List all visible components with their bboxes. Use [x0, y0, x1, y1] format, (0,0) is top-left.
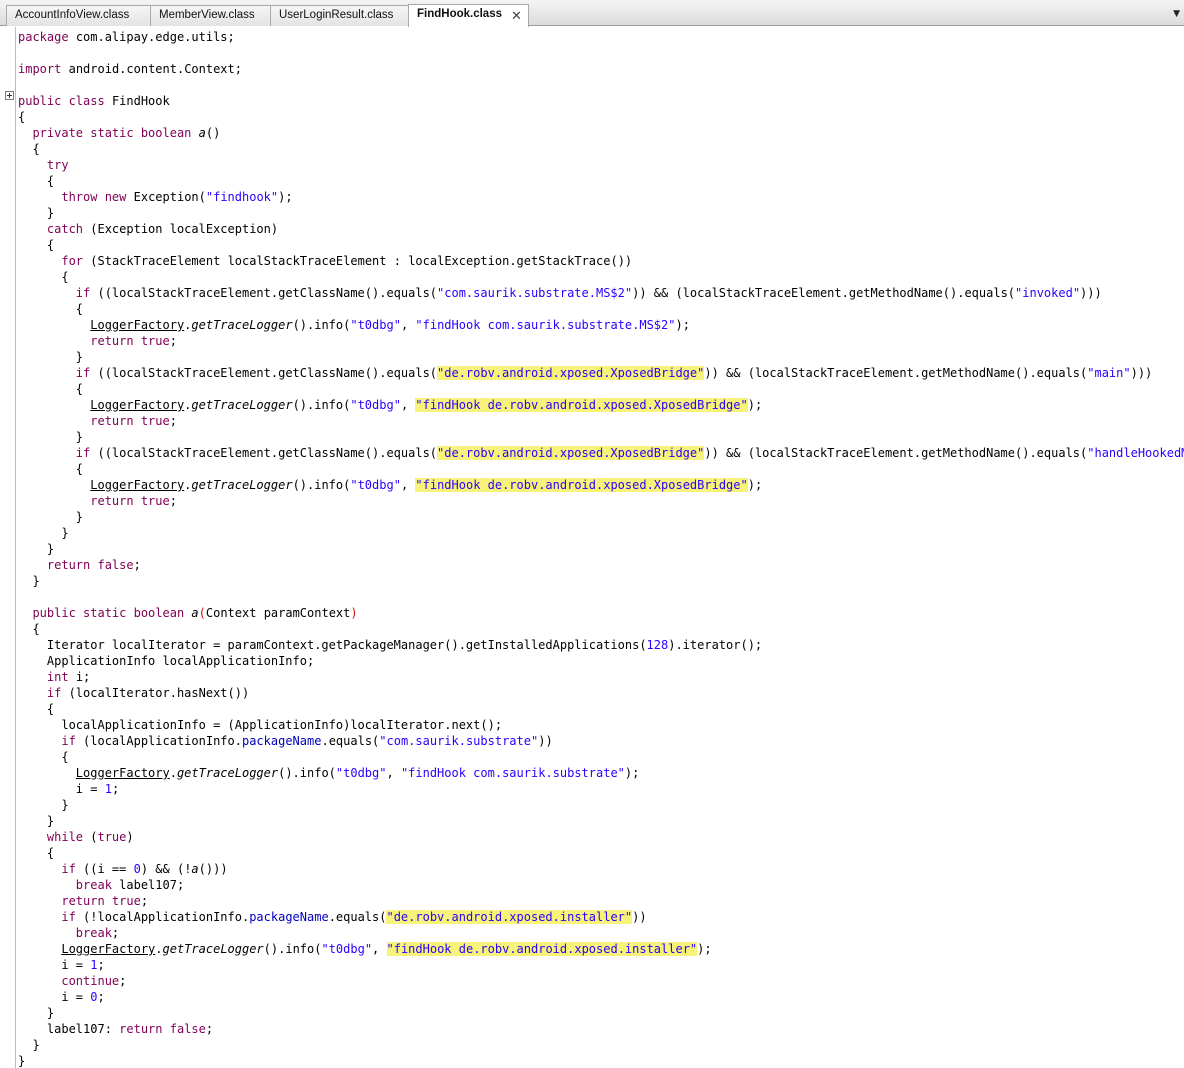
editor-gutter [0, 27, 16, 1068]
code-line: int i; [46, 670, 91, 684]
code-line: for (StackTraceElement localStackTraceEl… [61, 254, 633, 268]
code-line: Iterator localIterator = paramContext.ge… [18, 638, 763, 652]
code-line: break; [75, 926, 120, 940]
code-line: } [18, 1038, 40, 1052]
code-line: i = 1; [18, 782, 120, 796]
code-line: { [18, 302, 84, 316]
code-line: return true; [90, 334, 177, 348]
code-line: import android.content.Context; [18, 62, 242, 76]
code-editor[interactable]: package com.alipay.edge.utils; import an… [18, 0, 1184, 1068]
code-line: } [18, 574, 40, 588]
code-line: { [18, 110, 26, 124]
code-line: while (true) [46, 830, 134, 844]
code-line: public class FindHook [18, 94, 170, 108]
code-line: i = 0; [18, 990, 105, 1004]
code-line: if ((localStackTraceElement.getClassName… [75, 446, 1184, 460]
code-line: { [18, 174, 55, 188]
code-line: package com.alipay.edge.utils; [18, 30, 235, 44]
code-line: if (localApplicationInfo.packageName.equ… [61, 734, 553, 748]
code-line: } [18, 350, 84, 364]
code-line: if (localIterator.hasNext()) [46, 686, 250, 700]
code-line: { [18, 702, 55, 716]
code-line: { [18, 622, 40, 636]
code-line: } [18, 798, 69, 812]
code-line: } [18, 206, 55, 220]
code-line: continue; [61, 974, 127, 988]
code-line: return true; [90, 414, 177, 428]
code-line: LoggerFactory.getTraceLogger().info("t0d… [90, 318, 690, 332]
code-line: { [18, 382, 84, 396]
code-line: catch (Exception localException) [46, 222, 279, 236]
code-line: return true; [90, 494, 177, 508]
code-line: LoggerFactory.getTraceLogger().info("t0d… [61, 942, 712, 956]
code-line: } [18, 430, 84, 444]
code-line: return true; [61, 894, 149, 908]
code-line: } [18, 814, 55, 828]
code-line: { [18, 270, 69, 284]
code-line: if ((i == 0) && (!a())) [61, 862, 228, 876]
code-line: public static boolean a(Context paramCon… [32, 606, 358, 620]
code-line: private static boolean a() [32, 126, 221, 140]
code-line: ApplicationInfo localApplicationInfo; [18, 654, 315, 668]
code-line: LoggerFactory.getTraceLogger().info("t0d… [90, 398, 763, 412]
code-line: } [18, 526, 69, 540]
code-line: } [18, 542, 55, 556]
code-line: if ((localStackTraceElement.getClassName… [75, 286, 1102, 300]
code-line: } [18, 1006, 55, 1020]
code-line: i = 1; [18, 958, 105, 972]
code-line: { [18, 846, 55, 860]
code-line: break label107; [75, 878, 185, 892]
code-line: label107: return false; [46, 1022, 214, 1036]
code-line: { [18, 462, 84, 476]
tab-label: FindHook.class [417, 8, 502, 20]
code-line: localApplicationInfo = (ApplicationInfo)… [18, 718, 503, 732]
expand-icon[interactable] [5, 91, 14, 100]
code-line: { [18, 238, 55, 252]
code-line: { [18, 750, 69, 764]
code-line: LoggerFactory.getTraceLogger().info("t0d… [90, 478, 763, 492]
code-line: } [18, 510, 84, 524]
code-line: try [46, 158, 69, 172]
code-line: if ((localStackTraceElement.getClassName… [75, 366, 1153, 380]
code-line: } [18, 1054, 26, 1068]
code-line: return false; [46, 558, 141, 572]
code-line: throw new Exception("findhook"); [61, 190, 293, 204]
close-icon[interactable]: ✕ [511, 8, 522, 24]
code-line: LoggerFactory.getTraceLogger().info("t0d… [75, 766, 640, 780]
code-line: { [18, 142, 40, 156]
tab-findhook[interactable]: FindHook.class ✕ [408, 4, 529, 27]
code-line: if (!localApplicationInfo.packageName.eq… [61, 910, 647, 924]
